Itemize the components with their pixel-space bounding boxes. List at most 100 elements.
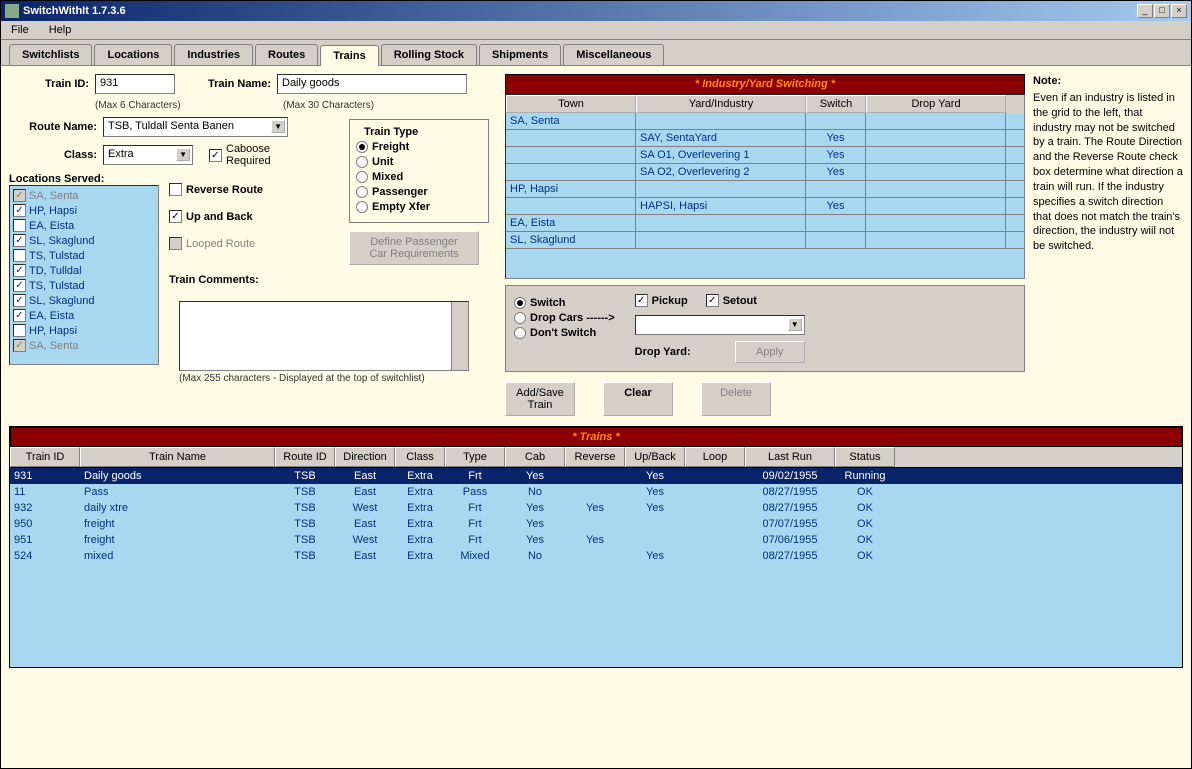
trains-row[interactable]: 11PassTSBEastExtraPassNoYes08/27/1955OK [10,484,1182,500]
titlebar: SwitchWithIt 1.7.3.6 _ □ × [1,1,1191,21]
location-item[interactable]: ✓TS, Tulstad [12,278,156,293]
add-save-button[interactable]: Add/Save Train [505,382,575,416]
tab-shipments[interactable]: Shipments [479,44,561,65]
trains-col-header[interactable]: Train ID [10,447,80,467]
trains-row[interactable]: 524mixedTSBEastExtraMixedNoYes08/27/1955… [10,548,1182,564]
location-checkbox[interactable]: ✓ [13,204,26,217]
train-type-label: Empty Xfer [372,201,430,213]
trains-grid[interactable]: Train IDTrain NameRoute IDDirectionClass… [10,447,1182,667]
switching-row[interactable]: SA, Senta [506,113,1024,130]
location-item[interactable]: ✓TD, Tulldal [12,263,156,278]
switching-col-header[interactable]: Switch [806,95,866,113]
switching-col-header[interactable]: Town [506,95,636,113]
tab-switchlists[interactable]: Switchlists [9,44,92,65]
train-type-radio-freight[interactable] [356,141,368,153]
maximize-button[interactable]: □ [1154,4,1170,18]
trains-col-header[interactable]: Cab [505,447,565,467]
trains-col-header[interactable]: Route ID [275,447,335,467]
location-checkbox[interactable]: ✓ [13,234,26,247]
trains-col-header[interactable]: Direction [335,447,395,467]
tab-industries[interactable]: Industries [174,44,253,65]
trains-row[interactable]: 932daily xtreTSBWestExtraFrtYesYesYes08/… [10,500,1182,516]
location-checkbox[interactable]: ✓ [13,279,26,292]
location-label: EA, Eista [29,220,74,232]
content-area: Train ID: 931 Train Name: Daily goods (M… [1,66,1191,768]
switching-row[interactable]: SA O1, Overlevering 1Yes [506,147,1024,164]
menu-help[interactable]: Help [45,23,76,37]
train-comments-textarea[interactable] [179,301,469,371]
route-dropdown[interactable]: TSB, Tuldall Senta Banen [103,117,288,137]
location-item[interactable]: ✓EA, Eista [12,308,156,323]
pickup-checkbox[interactable]: ✓ [635,294,648,307]
location-item[interactable]: ✓SL, Skaglund [12,293,156,308]
trains-col-header[interactable]: Class [395,447,445,467]
pickup-label: Pickup [652,295,688,307]
class-dropdown[interactable]: Extra [103,145,193,165]
minimize-button[interactable]: _ [1137,4,1153,18]
location-checkbox: ✓ [13,339,26,352]
switch-radio[interactable] [514,297,526,309]
reverse-route-checkbox[interactable] [169,183,182,196]
train-type-radio-unit[interactable] [356,156,368,168]
tab-rolling-stock[interactable]: Rolling Stock [381,44,477,65]
tab-miscellaneous[interactable]: Miscellaneous [563,44,664,65]
drop-yard-label: Drop Yard: [635,346,691,358]
dont-switch-radio[interactable] [514,327,526,339]
location-checkbox[interactable]: ✓ [13,309,26,322]
location-label: SL, Skaglund [29,235,94,247]
switching-col-header[interactable]: Drop Yard [866,95,1006,113]
location-item[interactable]: ✓SL, Skaglund [12,233,156,248]
location-item[interactable]: TS, Tulstad [12,248,156,263]
switching-grid[interactable]: TownYard/IndustrySwitchDrop Yard SA, Sen… [505,94,1025,279]
location-label: SA, Senta [29,190,79,202]
train-type-label: Train Type [360,126,422,138]
trains-col-header[interactable]: Train Name [80,447,275,467]
train-type-radio-mixed[interactable] [356,171,368,183]
switching-row[interactable]: HAPSI, HapsiYes [506,198,1024,215]
menu-file[interactable]: File [7,23,33,37]
drop-yard-dropdown[interactable] [635,315,805,335]
close-button[interactable]: × [1171,4,1187,18]
switching-row[interactable]: EA, Eista [506,215,1024,232]
trains-row[interactable]: 950freightTSBEastExtraFrtYes07/07/1955OK [10,516,1182,532]
note-panel: Note: Even if an industry is listed in t… [1033,74,1183,420]
train-name-hint: (Max 30 Characters) [283,100,374,111]
location-checkbox[interactable] [13,324,26,337]
location-item[interactable]: ✓HP, Hapsi [12,203,156,218]
trains-col-header[interactable]: Type [445,447,505,467]
delete-button: Delete [701,382,771,416]
drop-cars-radio[interactable] [514,312,526,324]
up-and-back-checkbox[interactable]: ✓ [169,210,182,223]
trains-row[interactable]: 931Daily goodsTSBEastExtraFrtYesYes09/02… [10,468,1182,484]
location-checkbox[interactable]: ✓ [13,264,26,277]
locations-list[interactable]: ✓SA, Senta✓HP, HapsiEA, Eista✓SL, Skaglu… [9,185,159,365]
trains-col-header[interactable]: Loop [685,447,745,467]
train-type-radio-empty xfer[interactable] [356,201,368,213]
tab-routes[interactable]: Routes [255,44,318,65]
location-checkbox[interactable] [13,219,26,232]
switching-row[interactable]: SA O2, Overlevering 2Yes [506,164,1024,181]
switching-col-header[interactable]: Yard/Industry [636,95,806,113]
tab-locations[interactable]: Locations [94,44,172,65]
train-id-input[interactable]: 931 [95,74,175,94]
trains-row[interactable]: 951freightTSBWestExtraFrtYesYes07/06/195… [10,532,1182,548]
train-type-radio-passenger[interactable] [356,186,368,198]
location-item[interactable]: EA, Eista [12,218,156,233]
tab-trains[interactable]: Trains [320,45,378,66]
switching-row[interactable]: HP, Hapsi [506,181,1024,198]
trains-col-header[interactable]: Status [835,447,895,467]
trains-col-header[interactable]: Up/Back [625,447,685,467]
location-label: TS, Tulstad [29,280,85,292]
trains-col-header[interactable]: Last Run [745,447,835,467]
setout-checkbox[interactable]: ✓ [706,294,719,307]
location-item[interactable]: HP, Hapsi [12,323,156,338]
location-checkbox[interactable] [13,249,26,262]
train-name-input[interactable]: Daily goods [277,74,467,94]
trains-col-header[interactable]: Reverse [565,447,625,467]
location-checkbox[interactable]: ✓ [13,294,26,307]
caboose-checkbox[interactable]: ✓ [209,149,222,162]
switching-row[interactable]: SL, Skaglund [506,232,1024,249]
clear-button[interactable]: Clear [603,382,673,416]
switching-row[interactable]: SAY, SentaYardYes [506,130,1024,147]
reverse-route-label: Reverse Route [186,184,263,196]
